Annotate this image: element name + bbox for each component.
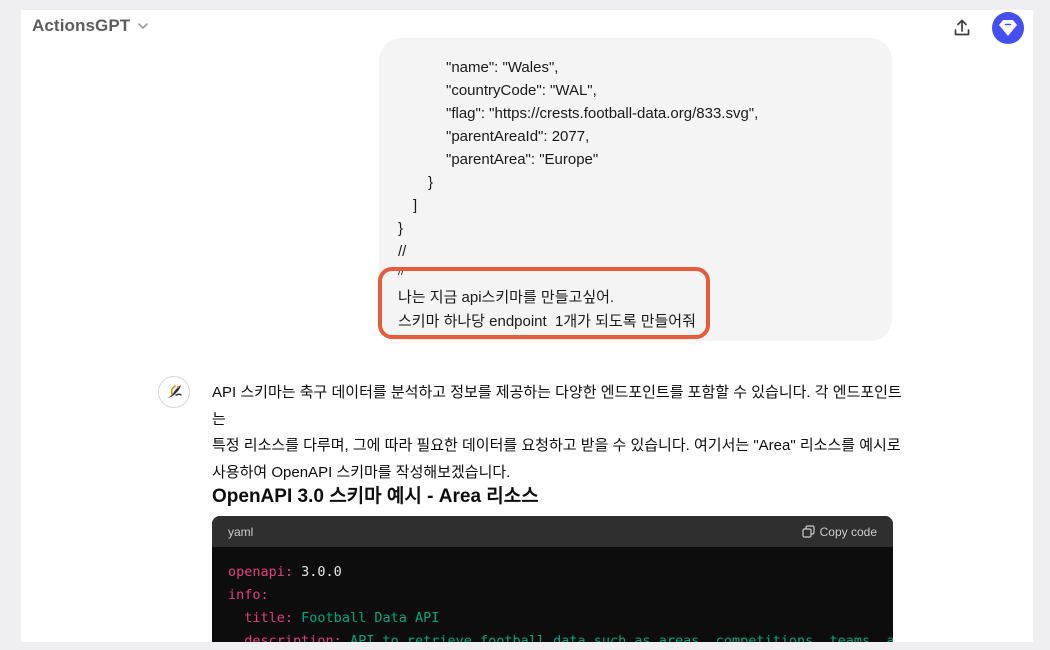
code-line: "parentArea": "Europe" xyxy=(446,151,599,168)
code-language: yaml xyxy=(228,524,254,539)
code-line: "flag": "https://crests.football-data.or… xyxy=(446,105,759,122)
code-line: } xyxy=(398,220,404,237)
code-line: "countryCode": "WAL", xyxy=(446,82,597,99)
code-line: } xyxy=(428,174,434,191)
request-line-2: 스키마 하나당 endpoint 1개가 되도록 만들어줘 xyxy=(398,313,696,330)
code-block-header: yaml Copy code xyxy=(212,516,893,547)
code-line: // xyxy=(398,266,405,278)
code-content: openapi: 3.0.0 info: title: Football Dat… xyxy=(212,547,893,642)
copy-code-button[interactable]: Copy code xyxy=(802,525,877,539)
share-button[interactable] xyxy=(949,15,975,41)
user-message-bubble: "name": "Wales", "countryCode": "WAL", "… xyxy=(379,38,892,341)
chat-window: ActionsGPT "name": "Wales", "countryCode… xyxy=(21,10,1033,642)
app-title: ActionsGPT xyxy=(32,16,131,35)
bird-logo-icon xyxy=(167,385,182,398)
paragraph-line: API 스키마는 축구 데이터를 분석하고 정보를 제공하는 다양한 엔드포인트… xyxy=(212,384,902,428)
answer-heading: OpenAPI 3.0 스키마 예시 - Area 리소스 xyxy=(212,486,539,507)
share-icon xyxy=(954,19,970,36)
code-block: yaml Copy code openapi: 3.0.0 info: titl… xyxy=(212,516,893,642)
yaml-line: info: xyxy=(228,587,269,603)
chevron-down-icon xyxy=(138,23,149,29)
user-avatar[interactable] xyxy=(992,12,1024,44)
model-selector[interactable]: ActionsGPT xyxy=(32,16,150,36)
code-line: "name": "Wales", xyxy=(446,59,559,76)
assistant-paragraph: API 스키마는 축구 데이터를 분석하고 정보를 제공하는 다양한 엔드포인트… xyxy=(212,380,902,486)
code-line: "parentAreaId": 2077, xyxy=(446,128,590,145)
gpt-avatar xyxy=(158,376,190,408)
copy-code-label: Copy code xyxy=(819,524,877,539)
copy-icon xyxy=(802,525,815,538)
yaml-line: title: Football Data API xyxy=(244,610,440,626)
diamond-icon xyxy=(999,20,1017,36)
yaml-line: openapi: 3.0.0 xyxy=(228,564,342,580)
code-line: ] xyxy=(413,197,418,214)
code-line: // xyxy=(398,243,407,260)
yaml-line: description: API to retrieve football da… xyxy=(244,633,893,642)
request-line-1: 나는 지금 api스키마를 만들고싶어. xyxy=(398,289,615,306)
paragraph-line: 특정 리소스를 다루며, 그에 따라 필요한 데이터를 요청하고 받을 수 있습… xyxy=(212,437,901,454)
